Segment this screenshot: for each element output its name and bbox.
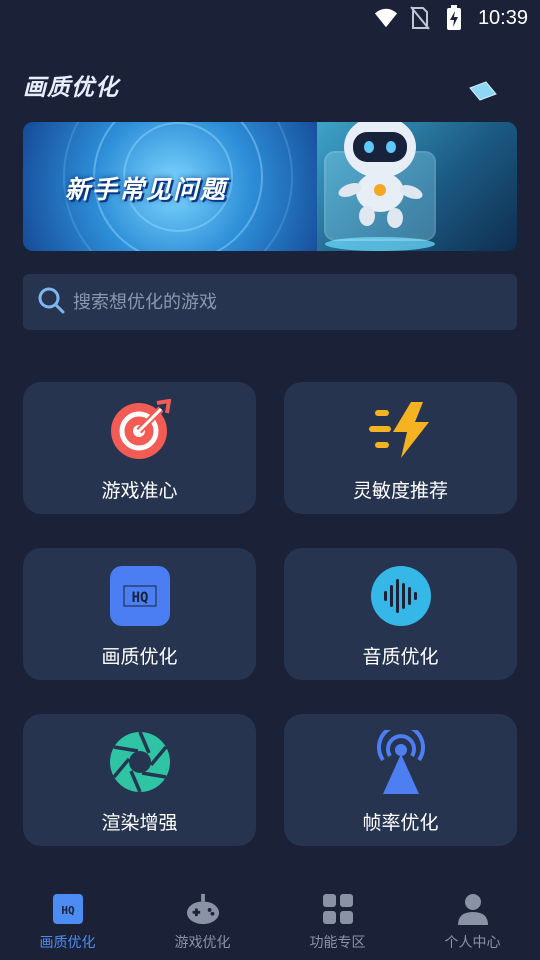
nav-label: 游戏优化 [174, 935, 231, 951]
search-input[interactable] [73, 291, 493, 313]
sound-wave-icon [369, 564, 433, 628]
hq-icon: HQ [108, 564, 172, 628]
no-sim-icon [408, 6, 432, 30]
hq-icon: HQ [51, 892, 85, 926]
signal-tower-icon [369, 730, 433, 794]
svg-text:HQ: HQ [131, 590, 148, 606]
nav-item-profile[interactable]: 个人中心 [405, 880, 540, 960]
bottom-nav: HQ 画质优化 游戏优化 功能专区 个人中心 [0, 880, 540, 960]
crosshair-target-icon [108, 398, 172, 462]
faq-banner[interactable]: 新手常见问题 [23, 122, 517, 251]
feature-label: 渲染增强 [101, 812, 178, 834]
feature-label: 音质优化 [362, 646, 439, 668]
search-bar[interactable] [23, 274, 517, 330]
gamepad-icon [186, 892, 220, 926]
decorative-cube-icon [468, 80, 498, 106]
person-icon [456, 892, 490, 926]
page-title: 画质优化 [23, 75, 119, 101]
status-time: 10:39 [477, 6, 528, 29]
svg-text:HQ: HQ [61, 904, 75, 917]
feature-framerate-card[interactable]: 帧率优化 [284, 714, 517, 846]
battery-charging-icon [442, 5, 466, 30]
lightning-speed-icon [368, 398, 433, 462]
aperture-icon [108, 730, 172, 794]
grid-icon [321, 892, 355, 926]
nav-label: 功能专区 [309, 935, 366, 951]
banner-text: 新手常见问题 [65, 175, 228, 204]
robot-mascot-image [305, 122, 455, 251]
status-bar: 10:39 [0, 0, 540, 36]
feature-label: 游戏准心 [101, 480, 178, 502]
feature-sensitivity-card[interactable]: 灵敏度推荐 [284, 382, 517, 514]
feature-label: 灵敏度推荐 [352, 480, 448, 502]
nav-label: 画质优化 [39, 935, 96, 951]
nav-item-game[interactable]: 游戏优化 [135, 880, 270, 960]
nav-item-features[interactable]: 功能专区 [270, 880, 405, 960]
wifi-icon [374, 6, 398, 30]
feature-render-card[interactable]: 渲染增强 [23, 714, 256, 846]
search-icon [37, 286, 65, 318]
nav-item-quality[interactable]: HQ 画质优化 [0, 880, 135, 960]
feature-label: 帧率优化 [362, 812, 439, 834]
feature-quality-card[interactable]: HQ 画质优化 [23, 548, 256, 680]
feature-label: 画质优化 [101, 646, 178, 668]
feature-sound-card[interactable]: 音质优化 [284, 548, 517, 680]
feature-crosshair-card[interactable]: 游戏准心 [23, 382, 256, 514]
nav-label: 个人中心 [444, 935, 501, 951]
